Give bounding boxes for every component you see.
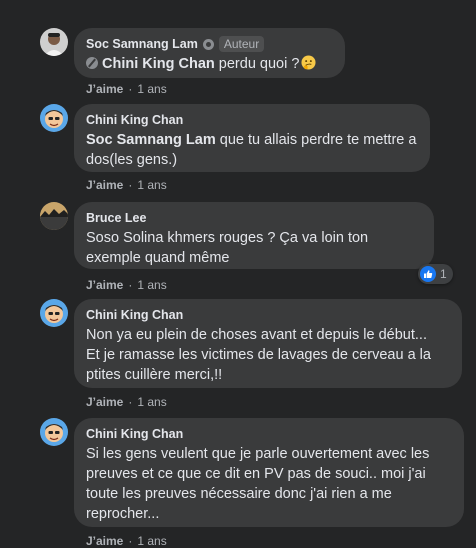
like-button[interactable]: J’aime xyxy=(86,534,123,548)
comment-author[interactable]: Bruce Lee xyxy=(86,210,146,226)
mention-link[interactable]: Chini King Chan xyxy=(102,56,215,72)
avatar-man-icon xyxy=(40,28,68,56)
like-button[interactable]: J’aime xyxy=(86,178,123,192)
comment-timestamp[interactable]: 1 ans xyxy=(137,534,166,548)
separator-dot: · xyxy=(128,534,133,548)
comment: Bruce Lee Soso Solina khmers rouges ? Ça… xyxy=(40,202,470,292)
thinking-face-emoji-icon xyxy=(301,55,316,70)
comment-actions: J’aime · 1 ans xyxy=(86,178,167,192)
separator-dot: · xyxy=(128,82,133,96)
shield-icon xyxy=(202,38,214,50)
avatar-cartoon-icon xyxy=(40,418,68,446)
avatar-cartoon-icon xyxy=(40,299,68,327)
like-button[interactable]: J’aime xyxy=(86,278,123,292)
comment: Soc Samnang Lam Auteur Chini King Chan p… xyxy=(40,28,470,98)
separator-dot: · xyxy=(128,278,133,292)
comment-author[interactable]: Chini King Chan xyxy=(86,112,183,128)
avatar[interactable] xyxy=(40,104,68,132)
comment-timestamp[interactable]: 1 ans xyxy=(137,178,166,192)
comment-timestamp[interactable]: 1 ans xyxy=(137,82,166,96)
comment-author[interactable]: Soc Samnang Lam xyxy=(86,36,198,52)
comment-text: Soc Samnang Lam que tu allais perdre te … xyxy=(86,130,418,170)
author-badge: Auteur xyxy=(218,36,265,52)
comment-bubble: Chini King Chan Si les gens veulent que … xyxy=(74,418,464,527)
comment: Chini King Chan Soc Samnang Lam que tu a… xyxy=(40,104,470,194)
comment: Chini King Chan Si les gens veulent que … xyxy=(40,418,470,548)
comment-bubble: Chini King Chan Soc Samnang Lam que tu a… xyxy=(74,104,430,172)
comment-thread: Soc Samnang Lam Auteur Chini King Chan p… xyxy=(0,0,476,548)
avatar[interactable] xyxy=(40,418,68,446)
avatar-cartoon-icon xyxy=(40,104,68,132)
mention-link[interactable]: Soc Samnang Lam xyxy=(86,132,216,148)
separator-dot: · xyxy=(128,178,133,192)
comment-timestamp[interactable]: 1 ans xyxy=(137,395,166,409)
comment-actions: J’aime · 1 ans xyxy=(86,395,167,409)
comment-actions: J’aime · 1 ans xyxy=(86,534,167,548)
separator-dot: · xyxy=(128,395,133,409)
thumbs-up-icon xyxy=(420,266,436,282)
avatar[interactable] xyxy=(40,299,68,327)
comment-text: Soso Solina khmers rouges ? Ça va loin t… xyxy=(86,230,369,266)
comment-text: Chini King Chan perdu quoi ? xyxy=(86,54,333,74)
reaction-count: 1 xyxy=(440,267,447,281)
comment-author[interactable]: Chini King Chan xyxy=(86,426,183,442)
mention-icon xyxy=(86,57,98,69)
comment-author[interactable]: Chini King Chan xyxy=(86,307,183,323)
avatar[interactable] xyxy=(40,28,68,56)
comment-message: perdu quoi ? xyxy=(218,56,300,72)
comment-bubble: Bruce Lee Soso Solina khmers rouges ? Ça… xyxy=(74,202,434,269)
avatar-landscape-icon xyxy=(40,202,68,230)
like-button[interactable]: J’aime xyxy=(86,82,123,96)
comment-bubble: Chini King Chan Non ya eu plein de chose… xyxy=(74,299,462,388)
comment-text: Si les gens veulent que je parle ouverte… xyxy=(86,446,430,522)
like-button[interactable]: J’aime xyxy=(86,395,123,409)
comment-timestamp[interactable]: 1 ans xyxy=(137,278,166,292)
avatar[interactable] xyxy=(40,202,68,230)
comment-bubble: Soc Samnang Lam Auteur Chini King Chan p… xyxy=(74,28,345,78)
comment-actions: J’aime · 1 ans xyxy=(86,82,167,96)
reaction-summary[interactable]: 1 xyxy=(418,264,453,284)
comment: Chini King Chan Non ya eu plein de chose… xyxy=(40,299,470,411)
comment-actions: J’aime · 1 ans xyxy=(86,278,167,292)
comment-text: Non ya eu plein de choses avant et depui… xyxy=(86,327,431,383)
